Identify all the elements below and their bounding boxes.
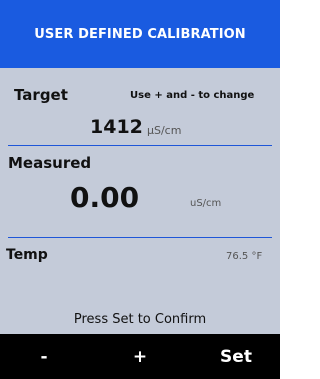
target-label: Target — [14, 86, 68, 104]
temp-label: Temp — [6, 247, 48, 263]
confirm-instruction: Press Set to Confirm — [73, 312, 207, 327]
measured-value: 0.00 — [70, 181, 140, 214]
header-title: USER DEFINED CALIBRATION — [34, 26, 246, 42]
measured-unit: uS/cm — [190, 198, 222, 209]
divider-target-measured — [8, 145, 272, 146]
divider-measured-temp — [8, 237, 272, 238]
calibration-header: USER DEFINED CALIBRATION — [0, 0, 280, 68]
plus-button[interactable]: + — [96, 334, 184, 379]
target-value: 1412 — [90, 116, 143, 138]
target-unit: µS/cm — [147, 124, 182, 137]
target-hint: Use + and - to change — [130, 90, 255, 101]
calibration-panel: Target Use + and - to change 1412 µS/cm … — [0, 68, 280, 334]
minus-button[interactable]: - — [0, 334, 88, 379]
button-bar: - + Set — [0, 334, 280, 379]
measured-label: Measured — [8, 154, 92, 172]
set-button[interactable]: Set — [192, 334, 280, 379]
temp-value: 76.5 °F — [226, 251, 263, 262]
